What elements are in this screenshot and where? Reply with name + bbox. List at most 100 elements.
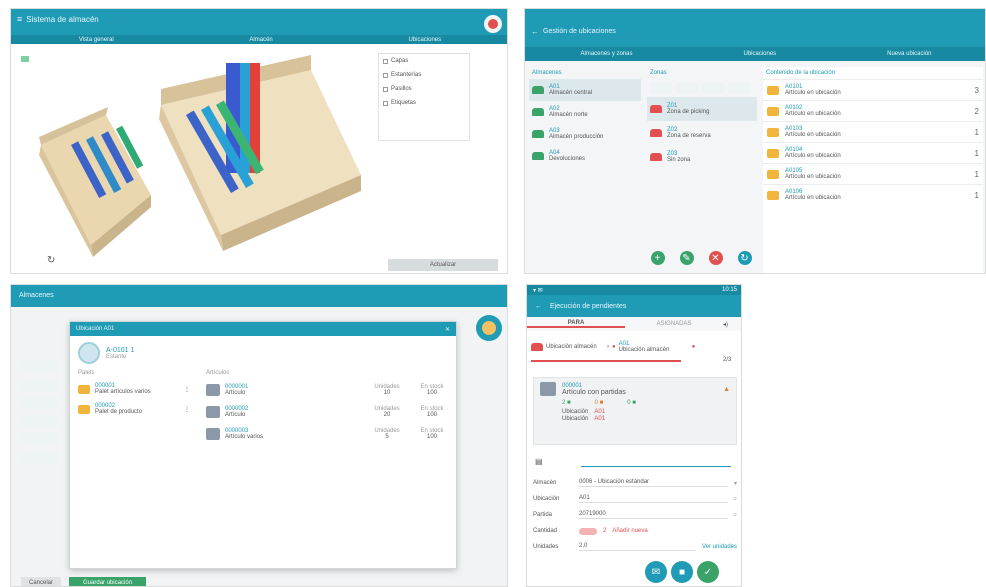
back-icon[interactable]: ← <box>531 27 539 36</box>
back-icon[interactable]: ← <box>535 303 542 310</box>
pallet-desc: Palet artículos varios <box>95 389 151 395</box>
app-title: Sistema de almacén <box>26 14 99 24</box>
edit-button[interactable]: ✎ <box>679 251 694 265</box>
content-item[interactable]: A0102 Artículo en ubicación 2 <box>763 100 983 121</box>
layers-item[interactable]: Etiquetas <box>379 96 469 110</box>
qty-pending: 0 <box>594 400 598 406</box>
profile-badge[interactable] <box>476 315 502 341</box>
cancel-button[interactable]: Cancelar <box>21 577 62 586</box>
save-location-button[interactable]: Guardar ubicación <box>69 577 147 586</box>
add-button[interactable]: + <box>650 251 665 265</box>
tab-para[interactable]: PARA <box>527 320 625 328</box>
delete-button[interactable]: ✕ <box>708 251 723 265</box>
refresh-button[interactable]: Actualizar <box>388 259 498 271</box>
tab-bar: PARA ASIGNADAS ◂) <box>527 317 741 331</box>
warehouse-item[interactable]: A04 Devoluciones <box>529 145 641 167</box>
zone-item[interactable]: Z02 Zona de reserva <box>647 121 757 145</box>
pallet-item[interactable]: 000001 Palet artículos varios ⋮ <box>78 379 190 399</box>
pallet-item[interactable]: 000002 Palet de producto ⋮ <box>78 399 190 419</box>
form-label: Partida <box>533 512 553 518</box>
warehouse-desc: Almacén central <box>549 90 593 96</box>
zone-desc: Zona de picking <box>667 109 710 115</box>
column-header: Contenido de la ubicación <box>766 70 836 76</box>
layers-label: Pasillos <box>391 86 412 92</box>
checkbox-icon[interactable] <box>383 72 388 78</box>
cancel-button-label: Cancelar <box>29 580 54 586</box>
layers-item[interactable]: Capas <box>379 54 469 68</box>
warehouse-item[interactable]: A02 Almacén norte <box>529 101 641 123</box>
pin-icon: ● <box>612 344 616 350</box>
toggle-switch[interactable] <box>579 527 597 535</box>
stop-button[interactable]: ■ <box>671 561 693 583</box>
tab-locations[interactable]: Ubicaciones <box>408 37 441 43</box>
form-label: Ubicación <box>533 496 560 502</box>
checkbox-icon[interactable] <box>383 58 388 64</box>
form-value[interactable]: 0006 - Ubicación estándar <box>579 479 728 487</box>
article-stock-value: 100 <box>426 412 437 418</box>
warehouse-3d-view[interactable]: ↻ <box>11 45 391 273</box>
barcode-icon[interactable]: ▤ <box>535 457 543 466</box>
dropdown-icon[interactable]: ▾ <box>734 480 737 487</box>
zone-item[interactable]: Z01 Zona de picking <box>647 97 757 121</box>
message-button[interactable]: ✉ <box>645 561 667 583</box>
form-value[interactable]: A01 <box>579 495 728 503</box>
warehouse-item[interactable]: A01 Almacén central <box>529 79 641 101</box>
content-qty: 3 <box>974 85 979 95</box>
pin-icon: ● <box>691 344 696 350</box>
avatar-icon <box>488 19 498 29</box>
content-item[interactable]: A0104 Artículo en ubicación 1 <box>763 142 983 163</box>
more-icon[interactable]: ⋮ <box>184 406 190 413</box>
content-item[interactable]: A0101 Artículo en ubicación 3 <box>763 79 983 100</box>
content-column: Contenido de la ubicación A0101 Artículo … <box>763 67 983 273</box>
zone-desc: Zona de reserva <box>667 133 711 139</box>
bottom-actions: ✉ ■ ✓ <box>645 561 719 583</box>
article-item[interactable]: 0000001 Artículo Unidades 10 En stock 100 <box>206 379 452 401</box>
scan-field[interactable] <box>581 465 731 467</box>
checkbox-icon[interactable] <box>383 86 388 92</box>
sound-icon[interactable]: ◂) <box>723 321 741 328</box>
content-qty: 1 <box>974 148 979 158</box>
zone-item[interactable]: Z03 Sin zona <box>647 145 757 169</box>
tab-warehouse[interactable]: Almacén <box>249 37 272 43</box>
refresh-button[interactable]: ↻ <box>737 251 752 265</box>
units-link[interactable]: Ver unidades <box>702 544 737 550</box>
tab-assigned[interactable]: ASIGNADAS <box>625 321 723 327</box>
zone-filter[interactable] <box>647 79 757 97</box>
checkbox-icon[interactable] <box>383 100 388 106</box>
folder-icon <box>767 190 779 200</box>
content-item[interactable]: A0103 Artículo en ubicación 1 <box>763 121 983 142</box>
search-icon[interactable]: ⌕ <box>734 512 737 519</box>
tab-locations[interactable]: Ubicaciones <box>743 51 776 57</box>
tab-new-location[interactable]: Nueva ubicación <box>887 51 931 57</box>
close-icon[interactable]: ✕ <box>445 326 450 333</box>
content-desc: Artículo en ubicación <box>785 174 841 180</box>
truck-icon <box>532 86 544 94</box>
form-value[interactable]: 2,0 <box>579 543 696 551</box>
toggle-text: Añadir nueva <box>612 528 648 534</box>
progress-counter: 2/3 <box>723 357 732 363</box>
article-item[interactable]: 0000002 Artículo Unidades 20 En stock 100 <box>206 401 452 423</box>
content-qty: 2 <box>974 106 979 116</box>
appbar: Almacenes <box>11 285 507 307</box>
content-item[interactable]: A0105 Artículo en ubicación 1 <box>763 163 983 184</box>
app-title: Almacenes <box>19 292 54 299</box>
folder-icon <box>767 169 779 179</box>
item-card[interactable]: 000001 Artículo con partidas ▲ 2 ■ 0 ■ 0… <box>533 377 737 445</box>
layers-item[interactable]: Pasillos <box>379 82 469 96</box>
search-icon[interactable]: ⌕ <box>734 496 737 503</box>
layers-item[interactable]: Estanterías <box>379 68 469 82</box>
avatar[interactable] <box>484 15 502 33</box>
warehouse-item[interactable]: A03 Almacén producción <box>529 123 641 145</box>
tab-warehouses[interactable]: Almacenes y zonas <box>580 51 632 57</box>
location-subtitle: Estante <box>106 353 127 360</box>
tab-general[interactable]: Vista general <box>79 37 114 43</box>
content-item[interactable]: A0106 Artículo en ubicación 1 <box>763 184 983 205</box>
confirm-button[interactable]: ✓ <box>697 561 719 583</box>
form-value[interactable]: 20719000 <box>579 511 728 519</box>
menu-icon[interactable]: ≡ <box>17 14 22 24</box>
panel-dialog: Almacenes Ubicación A01 ✕ A-0101 1 Estan… <box>10 284 508 587</box>
save-location-button-label: Guardar ubicación <box>83 580 133 586</box>
article-item[interactable]: 0000003 Artículo varios Unidades 5 En stock 1… <box>206 423 452 445</box>
more-icon[interactable]: ⋮ <box>184 386 190 393</box>
app-title: Ejecución de pendientes <box>550 302 627 310</box>
